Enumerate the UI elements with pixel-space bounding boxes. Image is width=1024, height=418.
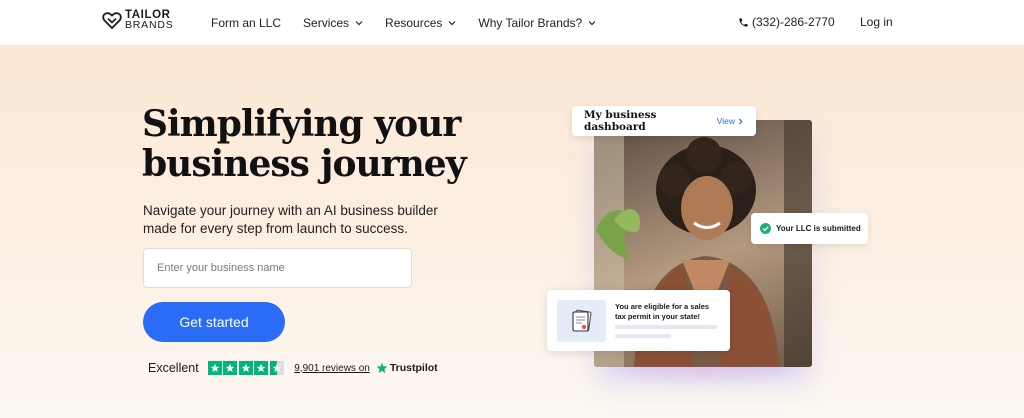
- hero-headline: Simplifying your business journey: [142, 104, 562, 184]
- document-icon: [557, 300, 606, 342]
- llc-status-text: Your LLC is submitted: [776, 224, 861, 233]
- chevron-right-icon: [738, 117, 743, 125]
- phone-number: (332)-286-2770: [752, 15, 835, 29]
- nav-resources[interactable]: Resources: [385, 16, 456, 30]
- trustpilot-name: Trustpilot: [389, 362, 438, 374]
- headline-line-1: Simplifying your: [142, 103, 461, 145]
- dashboard-title: My business dashboard: [584, 109, 657, 133]
- phone-icon: [739, 17, 748, 27]
- star-icon: [223, 361, 238, 375]
- star-icon: [238, 361, 253, 375]
- tax-permit-text: You are eligible for a sales tax permit …: [615, 302, 723, 321]
- subtext-line-2: made for every step from launch to succe…: [143, 221, 408, 236]
- rating-stars: [207, 361, 286, 375]
- hero-subtext: Navigate your journey with an AI busines…: [143, 202, 473, 238]
- tax-text-line-1: You are eligible for a sales: [615, 302, 710, 311]
- placeholder-line: [615, 334, 671, 338]
- chevron-down-icon: [355, 21, 363, 26]
- nav-form-llc[interactable]: Form an LLC: [211, 16, 281, 30]
- tax-permit-card: You are eligible for a sales tax permit …: [547, 290, 730, 351]
- half-star-icon: [269, 361, 284, 375]
- logo-text-bottom: BRANDS: [125, 19, 174, 31]
- llc-status-card: Your LLC is submitted: [751, 213, 868, 244]
- placeholder-line: [615, 325, 717, 329]
- check-circle-icon: [760, 223, 771, 234]
- nav-why-tailor-brands[interactable]: Why Tailor Brands?: [478, 16, 596, 30]
- star-icon: [207, 361, 222, 375]
- main-nav: Form an LLC Services Resources Why Tailo…: [211, 0, 596, 46]
- nav-why-label: Why Tailor Brands?: [478, 16, 583, 30]
- nav-resources-label: Resources: [385, 16, 443, 30]
- trustpilot-star-icon: [376, 362, 388, 374]
- subtext-line-1: Navigate your journey with an AI busines…: [143, 203, 438, 218]
- reviews-link[interactable]: 9,901 reviews on: [294, 363, 370, 374]
- nav-services[interactable]: Services: [303, 16, 363, 30]
- nav-services-label: Services: [303, 16, 350, 30]
- dashboard-view-link[interactable]: View: [717, 116, 744, 126]
- view-label: View: [716, 116, 735, 126]
- login-link[interactable]: Log in: [860, 15, 893, 29]
- logo[interactable]: TAILOR BRANDS: [102, 9, 174, 31]
- get-started-button[interactable]: Get started: [143, 302, 285, 342]
- site-header: TAILOR BRANDS Form an LLC Services Resou…: [0, 0, 1024, 46]
- star-icon: [254, 361, 269, 375]
- chevron-down-icon: [448, 21, 456, 26]
- dashboard-card: My business dashboard View: [572, 106, 756, 136]
- tax-text-line-2: tax permit in your state!: [615, 311, 701, 321]
- headline-line-2: business journey: [142, 143, 467, 185]
- rating-label: Excellent: [148, 361, 199, 375]
- trustpilot-rating: Excellent 9,901 reviews on Trustpilot: [148, 361, 438, 375]
- chevron-down-icon: [588, 21, 596, 26]
- business-name-input[interactable]: [143, 248, 412, 288]
- logo-heart-icon: [102, 12, 122, 30]
- nav-form-llc-label: Form an LLC: [211, 16, 282, 30]
- phone-link[interactable]: (332)-286-2770: [738, 15, 835, 29]
